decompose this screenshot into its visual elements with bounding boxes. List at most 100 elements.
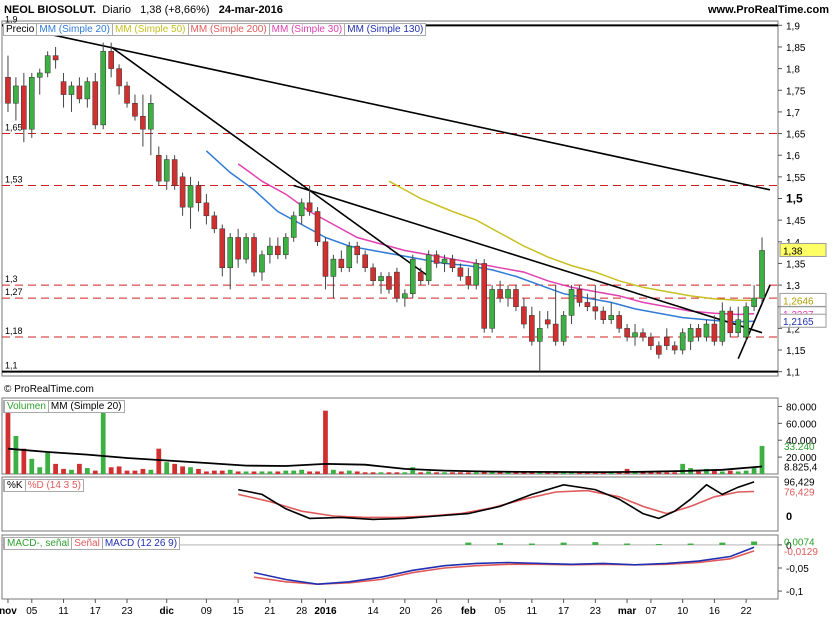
volume-bar <box>132 470 138 474</box>
volume-tick-label: 60.000 <box>786 419 817 430</box>
volume-bar <box>751 468 757 474</box>
candle-body <box>330 258 337 277</box>
volume-bar <box>346 470 352 474</box>
legend-item: MM (Simple 20) <box>36 24 112 35</box>
level-label: 1,1 <box>5 361 18 371</box>
macd-histogram-bar <box>528 543 535 545</box>
candle-body <box>251 237 257 273</box>
volume-legend: Volumen MM (Simple 20) <box>3 400 125 413</box>
x-tick-label: 16 <box>709 606 721 617</box>
volume-bar <box>211 470 217 474</box>
candle-body <box>60 81 67 95</box>
volume-bar <box>219 470 225 474</box>
candle-body <box>243 237 249 260</box>
price-tick-label: 1,3 <box>786 281 800 292</box>
volume-bar <box>5 404 11 474</box>
price-tick-label: 1,85 <box>786 43 806 54</box>
candle-body <box>465 276 472 286</box>
x-tick-label: 28 <box>296 606 308 617</box>
candle-body <box>171 159 178 186</box>
candle-body <box>116 68 122 87</box>
candle-body <box>346 245 353 269</box>
candle-body <box>592 306 599 312</box>
x-tick-label: mar <box>618 606 636 617</box>
candle-body <box>648 336 654 346</box>
volume-bar <box>338 471 344 474</box>
volume-bar <box>164 462 170 474</box>
volume-bar <box>712 470 717 474</box>
candle-body <box>552 323 559 342</box>
x-tick-label: 14 <box>368 606 380 617</box>
price-value-tag-label: 1,38 <box>783 246 803 257</box>
volume-bar <box>235 471 241 474</box>
legend-item: MM (Simple 130) <box>344 24 426 35</box>
macd-histogram-bar <box>687 543 694 545</box>
price-tick-label: 1,5 <box>786 192 803 206</box>
candle-body <box>743 306 749 338</box>
volume-tick-label: 80.000 <box>786 402 817 413</box>
x-tick-label: dic <box>159 606 174 617</box>
macd-histogram-bar <box>497 543 504 545</box>
stochastic-legend-items: %K %D (14 3 5) <box>4 480 83 491</box>
volume-bar <box>21 448 27 474</box>
change-label: 1,38 (+8,66%) <box>140 4 210 16</box>
volume-bar <box>227 469 233 474</box>
candle-body <box>92 81 99 126</box>
x-tick-label: 21 <box>264 606 276 617</box>
volume-bar <box>140 468 146 474</box>
x-tick-label: 10 <box>677 606 689 617</box>
candle-body <box>489 289 495 329</box>
candle-body <box>584 302 591 307</box>
candle-body <box>354 245 361 256</box>
macd-histogram-bar <box>560 542 567 545</box>
candle-body <box>219 228 226 269</box>
candle-body <box>663 336 670 346</box>
volume-bar <box>727 470 733 474</box>
candle-body <box>560 315 567 342</box>
candle-body <box>695 328 702 338</box>
level-label: 1,27 <box>5 287 23 297</box>
volume-bar <box>116 466 122 474</box>
candle-body <box>711 323 718 342</box>
candle-body <box>632 332 638 338</box>
price-legend-items: MM (Simple 20) MM (Simple 50) MM (Simple 2… <box>36 24 426 35</box>
candle-body <box>671 345 678 351</box>
candle-body <box>322 241 329 277</box>
candle-body <box>536 328 543 342</box>
price-value-tag-label: 1,2646 <box>783 296 814 307</box>
x-tick-label: nov <box>0 606 17 617</box>
volume-bar <box>489 472 495 474</box>
candle-body <box>179 176 186 208</box>
x-tick-label: 17 <box>90 606 102 617</box>
price-tick-label: 1,65 <box>786 130 806 141</box>
copyright-label: © ProRealTime.com <box>4 384 94 395</box>
candle-body <box>727 310 734 333</box>
candle-body <box>290 215 297 238</box>
price-tick-label: 1,6 <box>786 151 800 162</box>
candle-body <box>759 250 765 299</box>
legend-item: MACD-, señal <box>4 538 72 549</box>
candle-body <box>394 271 400 299</box>
candle-body <box>13 85 19 104</box>
volume-bar <box>188 467 193 474</box>
volume-bar <box>77 463 82 474</box>
volume-bar <box>386 472 392 474</box>
ticker-label: NEOL BIOSOLUT. <box>4 4 97 16</box>
volume-bar <box>148 469 154 474</box>
volume-bar <box>418 472 424 474</box>
macd-histogram-bar <box>624 543 631 545</box>
volume-bar <box>291 470 297 474</box>
candle-body <box>402 293 408 299</box>
x-tick-label: 23 <box>590 606 602 617</box>
legend-item: MM (Simple 50) <box>111 24 188 35</box>
candle-body <box>473 263 480 286</box>
candle-body <box>282 237 289 256</box>
volume-bar <box>29 458 35 474</box>
candle-body <box>163 159 170 182</box>
date-label: 24-mar-2016 <box>218 4 283 16</box>
volume-bar <box>108 467 114 474</box>
volume-bar <box>410 467 416 474</box>
volume-bar <box>61 468 66 474</box>
candle-body <box>608 315 615 320</box>
legend-item: %K <box>4 480 25 491</box>
